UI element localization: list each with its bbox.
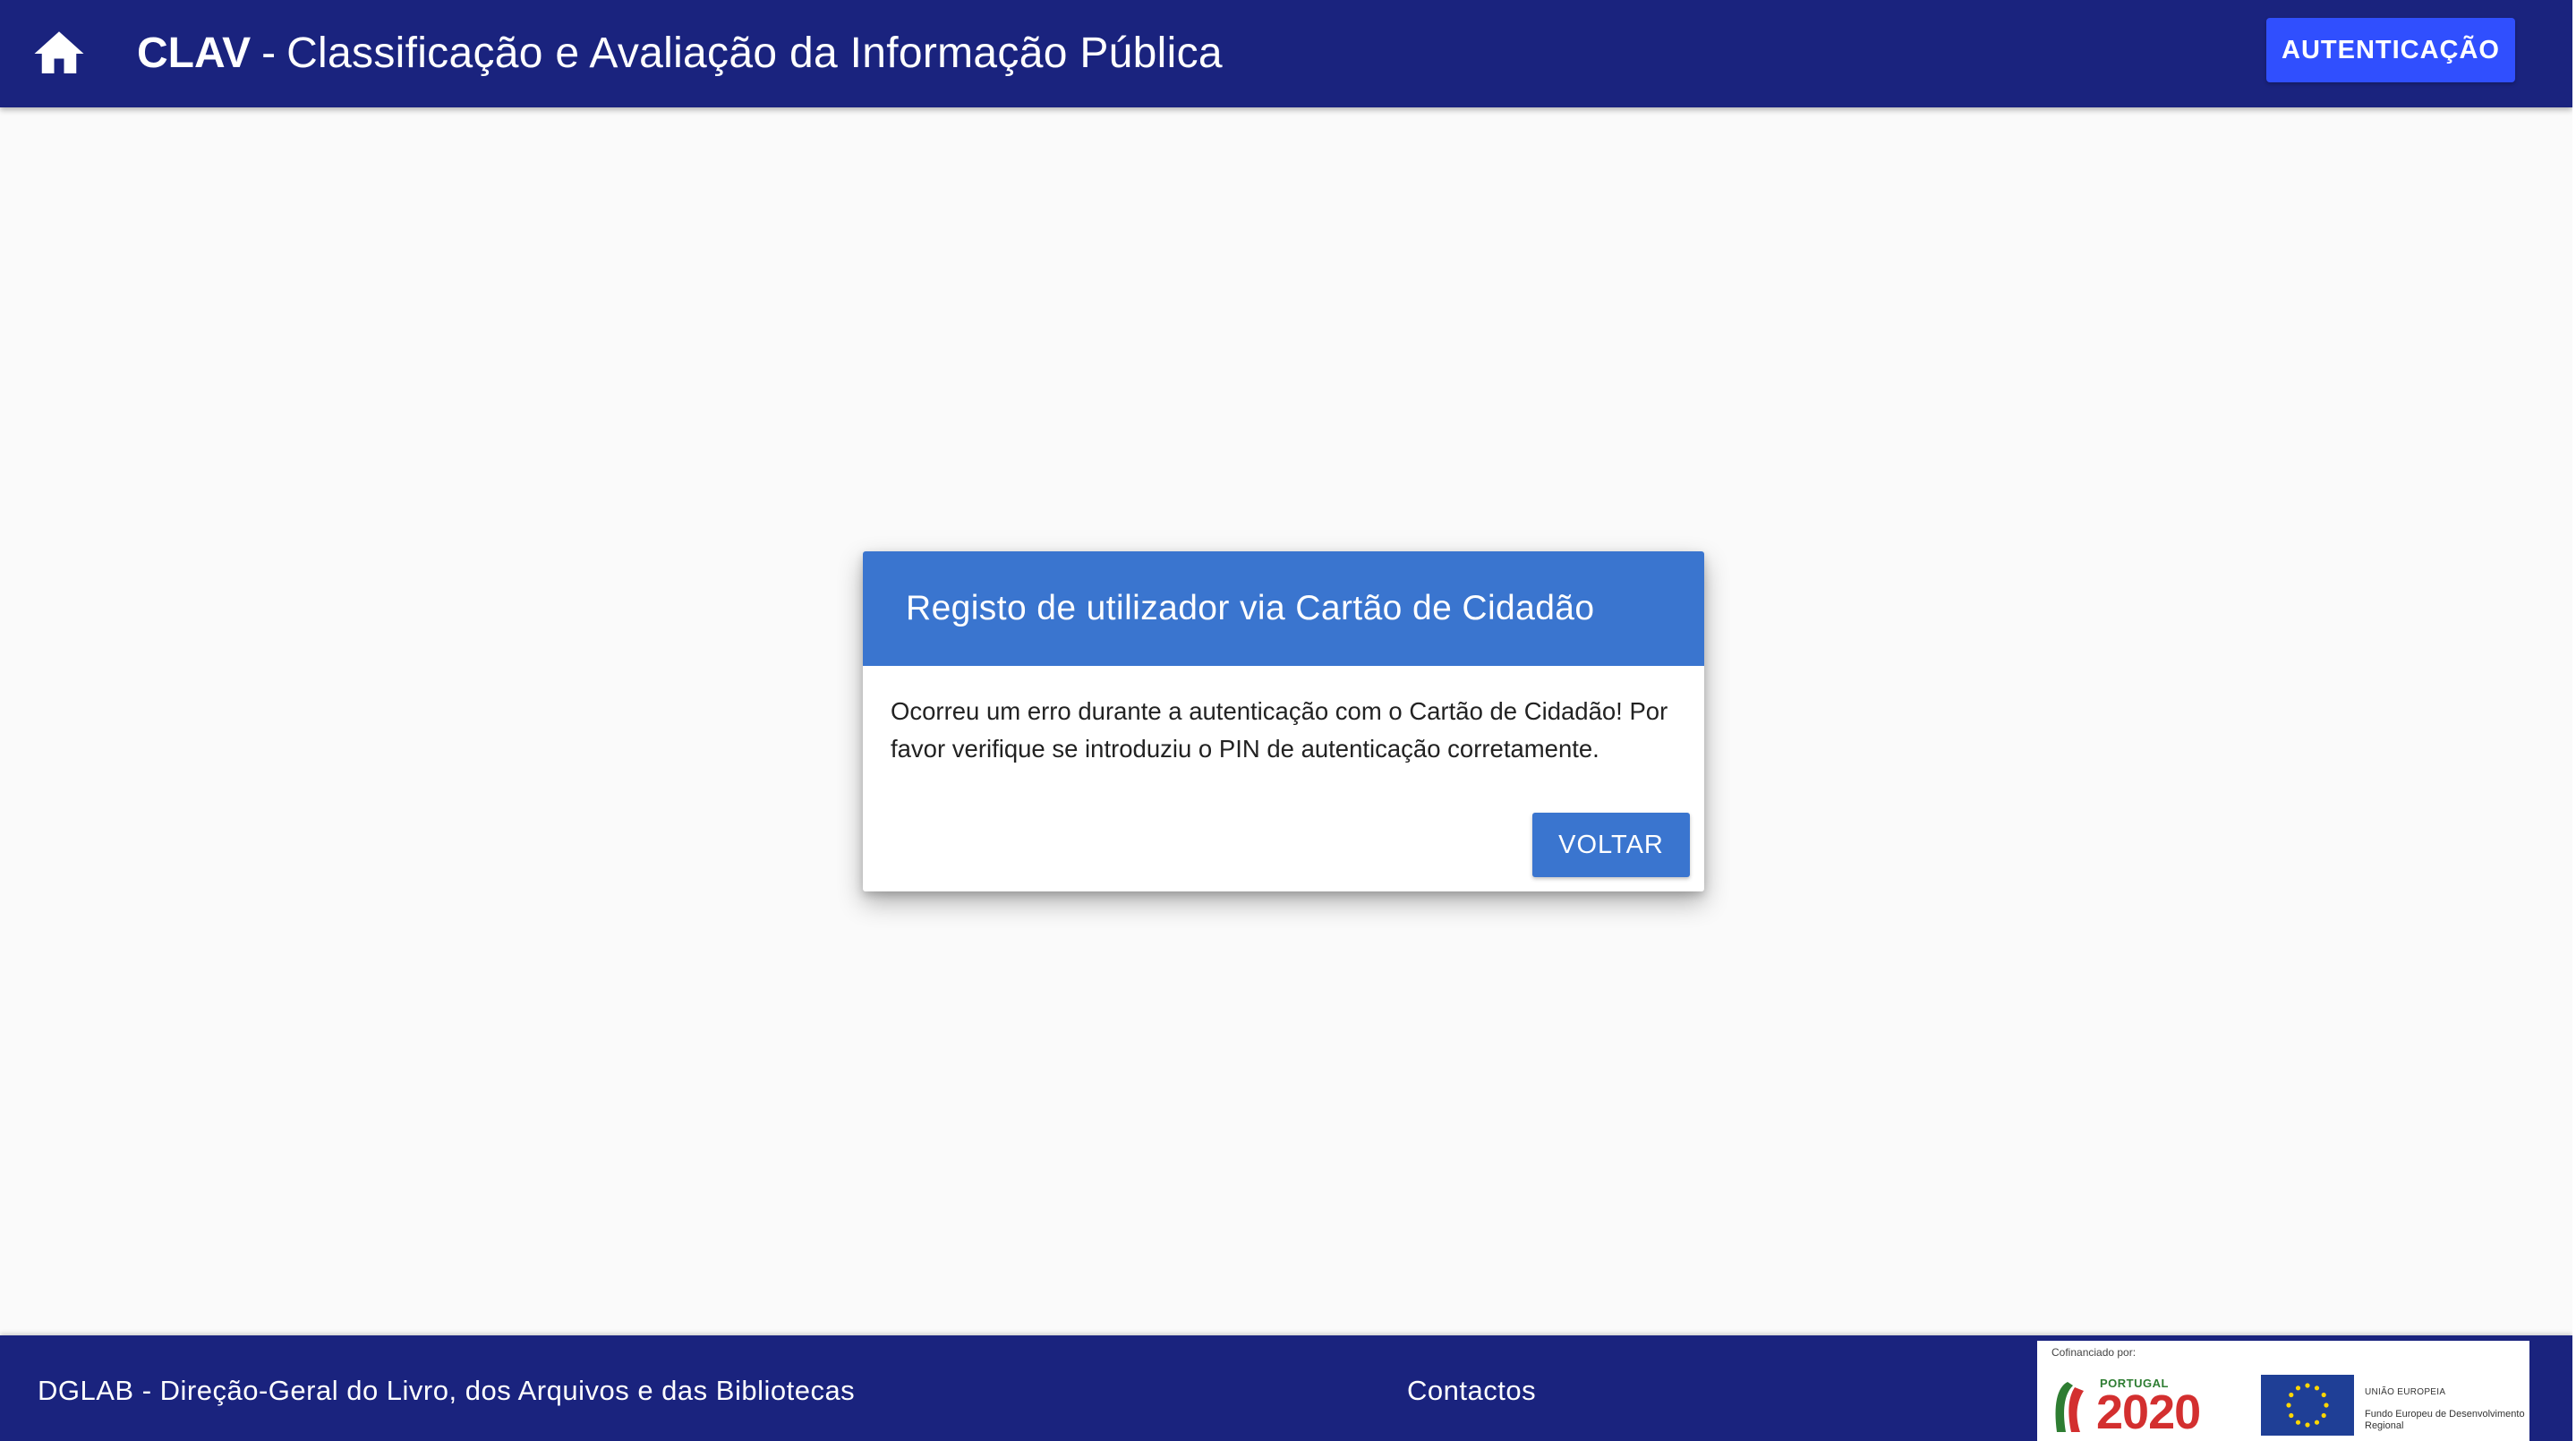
authentication-button[interactable]: AUTENTICAÇÃO <box>2266 18 2515 82</box>
app-title: CLAV - Classificação e Avaliação da Inform… <box>137 22 1223 85</box>
dialog-title: Registo de utilizador via Cartão de Cida… <box>906 589 1595 627</box>
window-edge <box>2572 0 2576 1441</box>
footer: DGLAB - Direção-Geral do Livro, dos Arqu… <box>0 1335 2572 1441</box>
dialog-header: Registo de utilizador via Cartão de Cida… <box>863 551 1704 666</box>
back-button[interactable]: VOLTAR <box>1532 813 1690 877</box>
dialog-message: Ocorreu um erro durante a autenticação c… <box>891 697 1668 763</box>
funding-logos: Cofinanciado por: PORTUGAL 2020 UNIÃO EU… <box>2037 1341 2529 1441</box>
funding-caption: Cofinanciado por: <box>2051 1346 2137 1359</box>
page: CLAV - Classificação e Avaliação da Inform… <box>0 0 2572 1441</box>
eu-label: UNIÃO EUROPEIA <box>2365 1387 2446 1397</box>
portugal-emblem-icon <box>2055 1382 2084 1432</box>
eu-fund-label: Fundo Europeu de Desenvolvimento Regiona… <box>2365 1409 2525 1431</box>
app-brand: CLAV <box>137 30 252 77</box>
eu-flag-icon <box>2261 1375 2354 1436</box>
contacts-link[interactable]: Contactos <box>1407 1335 1536 1441</box>
home-button[interactable] <box>27 21 91 86</box>
app-full-title: Classificação e Avaliação da Informação … <box>286 30 1223 77</box>
top-app-bar: CLAV - Classificação e Avaliação da Inform… <box>0 0 2572 107</box>
registration-error-dialog: Registo de utilizador via Cartão de Cida… <box>863 551 1704 891</box>
footer-organization: DGLAB - Direção-Geral do Livro, dos Arqu… <box>38 1375 856 1406</box>
title-separator: - <box>261 30 277 77</box>
portugal-2020-logo: PORTUGAL 2020 <box>2051 1364 2243 1437</box>
home-icon <box>34 31 84 73</box>
portugal-year: 2020 <box>2096 1386 2201 1439</box>
